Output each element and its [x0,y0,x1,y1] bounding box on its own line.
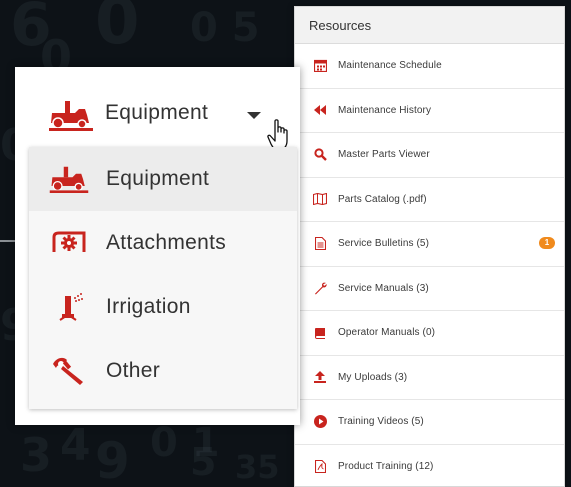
resource-label: Product Training (12) [338,460,434,472]
resource-item-my-uploads[interactable]: My Uploads (3) [295,356,564,400]
option-label: Irrigation [106,295,191,318]
resource-label: Service Manuals (3) [338,282,429,294]
equipment-dropdown: Equipment Equipment Attachments Irrigati… [15,67,300,425]
option-other[interactable]: Other [29,339,297,403]
resource-item-maintenance-history[interactable]: Maintenance History [295,89,564,133]
map-icon [312,191,328,207]
chevron-down-icon [247,112,261,119]
resource-label: Parts Catalog (.pdf) [338,193,427,205]
option-irrigation[interactable]: Irrigation [29,275,297,339]
selected-equipment-label: Equipment [105,101,209,124]
pdf-icon [312,458,328,474]
resource-label: Master Parts Viewer [338,149,430,161]
option-label: Equipment [106,167,210,190]
resource-label: Service Bulletins (5) [338,238,430,250]
equipment-options-list: Equipment Attachments Irrigation Other [29,147,297,409]
sprinkler-icon [49,292,89,322]
resource-item-product-training[interactable]: Product Training (12) [295,445,564,487]
equipment-select-toggle[interactable]: Equipment [15,67,300,151]
resource-item-maintenance-schedule[interactable]: Maintenance Schedule [295,44,564,89]
option-attachments[interactable]: Attachments [29,211,297,275]
resource-item-service-bulletins[interactable]: Service Bulletins (5) 1 [295,222,564,267]
play-icon [312,414,328,430]
blower-icon [49,356,89,386]
document-icon [312,236,328,252]
resource-item-master-parts-viewer[interactable]: Master Parts Viewer [295,133,564,178]
resources-title: Resources [295,7,564,44]
rewind-icon [312,102,328,118]
resource-label: Training Videos (5) [338,416,424,428]
upload-icon [312,369,328,385]
notification-badge: 1 [539,237,555,249]
wrench-icon [312,280,328,296]
resource-item-training-videos[interactable]: Training Videos (5) [295,400,564,445]
calendar-icon [312,58,328,74]
attachment-gear-icon [49,228,89,258]
resource-item-operator-manuals[interactable]: Operator Manuals (0) [295,311,564,356]
resource-label: My Uploads (3) [338,371,408,383]
option-label: Other [106,359,161,382]
resource-label: Maintenance History [338,104,432,116]
resource-label: Operator Manuals (0) [338,327,436,339]
mower-icon [49,99,93,131]
mower-icon [49,164,89,194]
book-icon [312,325,328,341]
resources-panel: Resources Maintenance Schedule Maintenan… [294,6,565,487]
resource-item-service-manuals[interactable]: Service Manuals (3) [295,267,564,311]
option-label: Attachments [106,231,227,254]
resource-label: Maintenance Schedule [338,60,442,72]
search-icon [312,147,328,163]
option-equipment[interactable]: Equipment [29,147,297,211]
resource-item-parts-catalog[interactable]: Parts Catalog (.pdf) [295,178,564,222]
